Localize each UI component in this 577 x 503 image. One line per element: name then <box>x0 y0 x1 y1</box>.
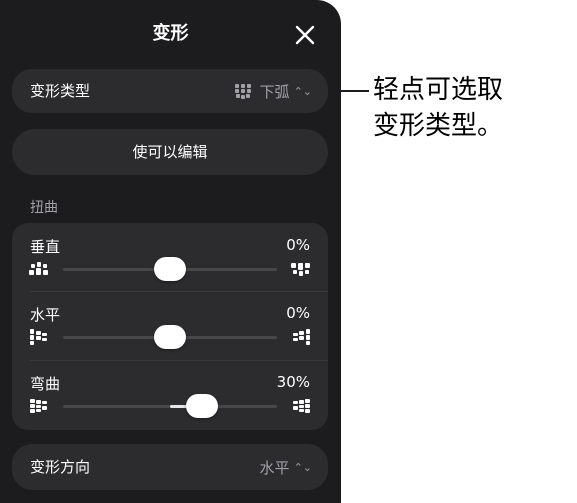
distort-section-label: 扭曲 <box>30 200 58 216</box>
callout-line-2: 变形类型。 <box>373 111 504 141</box>
slider-row-vertical: 垂直 0% <box>12 223 328 293</box>
slider-row-horizontal: 水平 0% <box>12 291 328 361</box>
slider-label: 水平 <box>30 306 61 324</box>
warp-direction-row[interactable]: 变形方向 水平 ⌃⌄ <box>12 444 328 490</box>
arc-down-icon <box>234 84 251 99</box>
horizontal-distort-right-icon <box>293 329 310 345</box>
callout-text: 轻点可选取 变形类型。 <box>373 72 503 144</box>
warp-type-row[interactable]: 变形类型 下弧 ⌃⌄ <box>12 69 328 113</box>
slider-track[interactable] <box>63 325 277 349</box>
slider-thumb[interactable] <box>154 325 186 349</box>
slider-track[interactable] <box>63 394 277 418</box>
make-editable-button[interactable]: 使可以编辑 <box>12 129 328 175</box>
slider-value: 0% <box>286 304 310 322</box>
vertical-distort-left-icon <box>29 262 48 275</box>
warp-direction-value-text: 水平 <box>259 458 290 477</box>
warp-panel: 变形 变形类型 下弧 ⌃⌄ 使可以编辑 扭曲 垂直 0% 水平 0% 弯曲 30… <box>0 0 341 503</box>
warp-type-value[interactable]: 下弧 ⌃⌄ <box>234 69 312 113</box>
slider-label: 弯曲 <box>30 375 61 393</box>
slider-row-bend: 弯曲 30% <box>12 360 328 430</box>
distort-card: 垂直 0% 水平 0% 弯曲 30% <box>12 223 328 430</box>
chevron-updown-icon: ⌃⌄ <box>293 84 312 98</box>
slider-thumb[interactable] <box>186 394 219 418</box>
slider-track[interactable] <box>63 257 277 281</box>
bend-right-icon <box>293 399 310 413</box>
horizontal-distort-left-icon <box>30 329 47 345</box>
vertical-distort-right-icon <box>291 263 310 276</box>
close-button[interactable] <box>290 20 320 50</box>
warp-direction-value[interactable]: 水平 ⌃⌄ <box>260 444 312 490</box>
warp-type-label: 变形类型 <box>30 82 91 100</box>
callout-line <box>341 90 369 92</box>
callout-line-1: 轻点可选取 <box>373 75 504 105</box>
slider-value: 30% <box>276 373 310 391</box>
bend-left-icon <box>30 399 47 413</box>
chevron-updown-icon: ⌃⌄ <box>293 460 312 474</box>
warp-type-value-text: 下弧 <box>259 82 290 101</box>
warp-direction-label: 变形方向 <box>30 458 91 476</box>
slider-value: 0% <box>286 236 310 254</box>
slider-thumb[interactable] <box>154 257 186 281</box>
slider-label: 垂直 <box>30 238 61 256</box>
close-icon <box>295 25 315 45</box>
